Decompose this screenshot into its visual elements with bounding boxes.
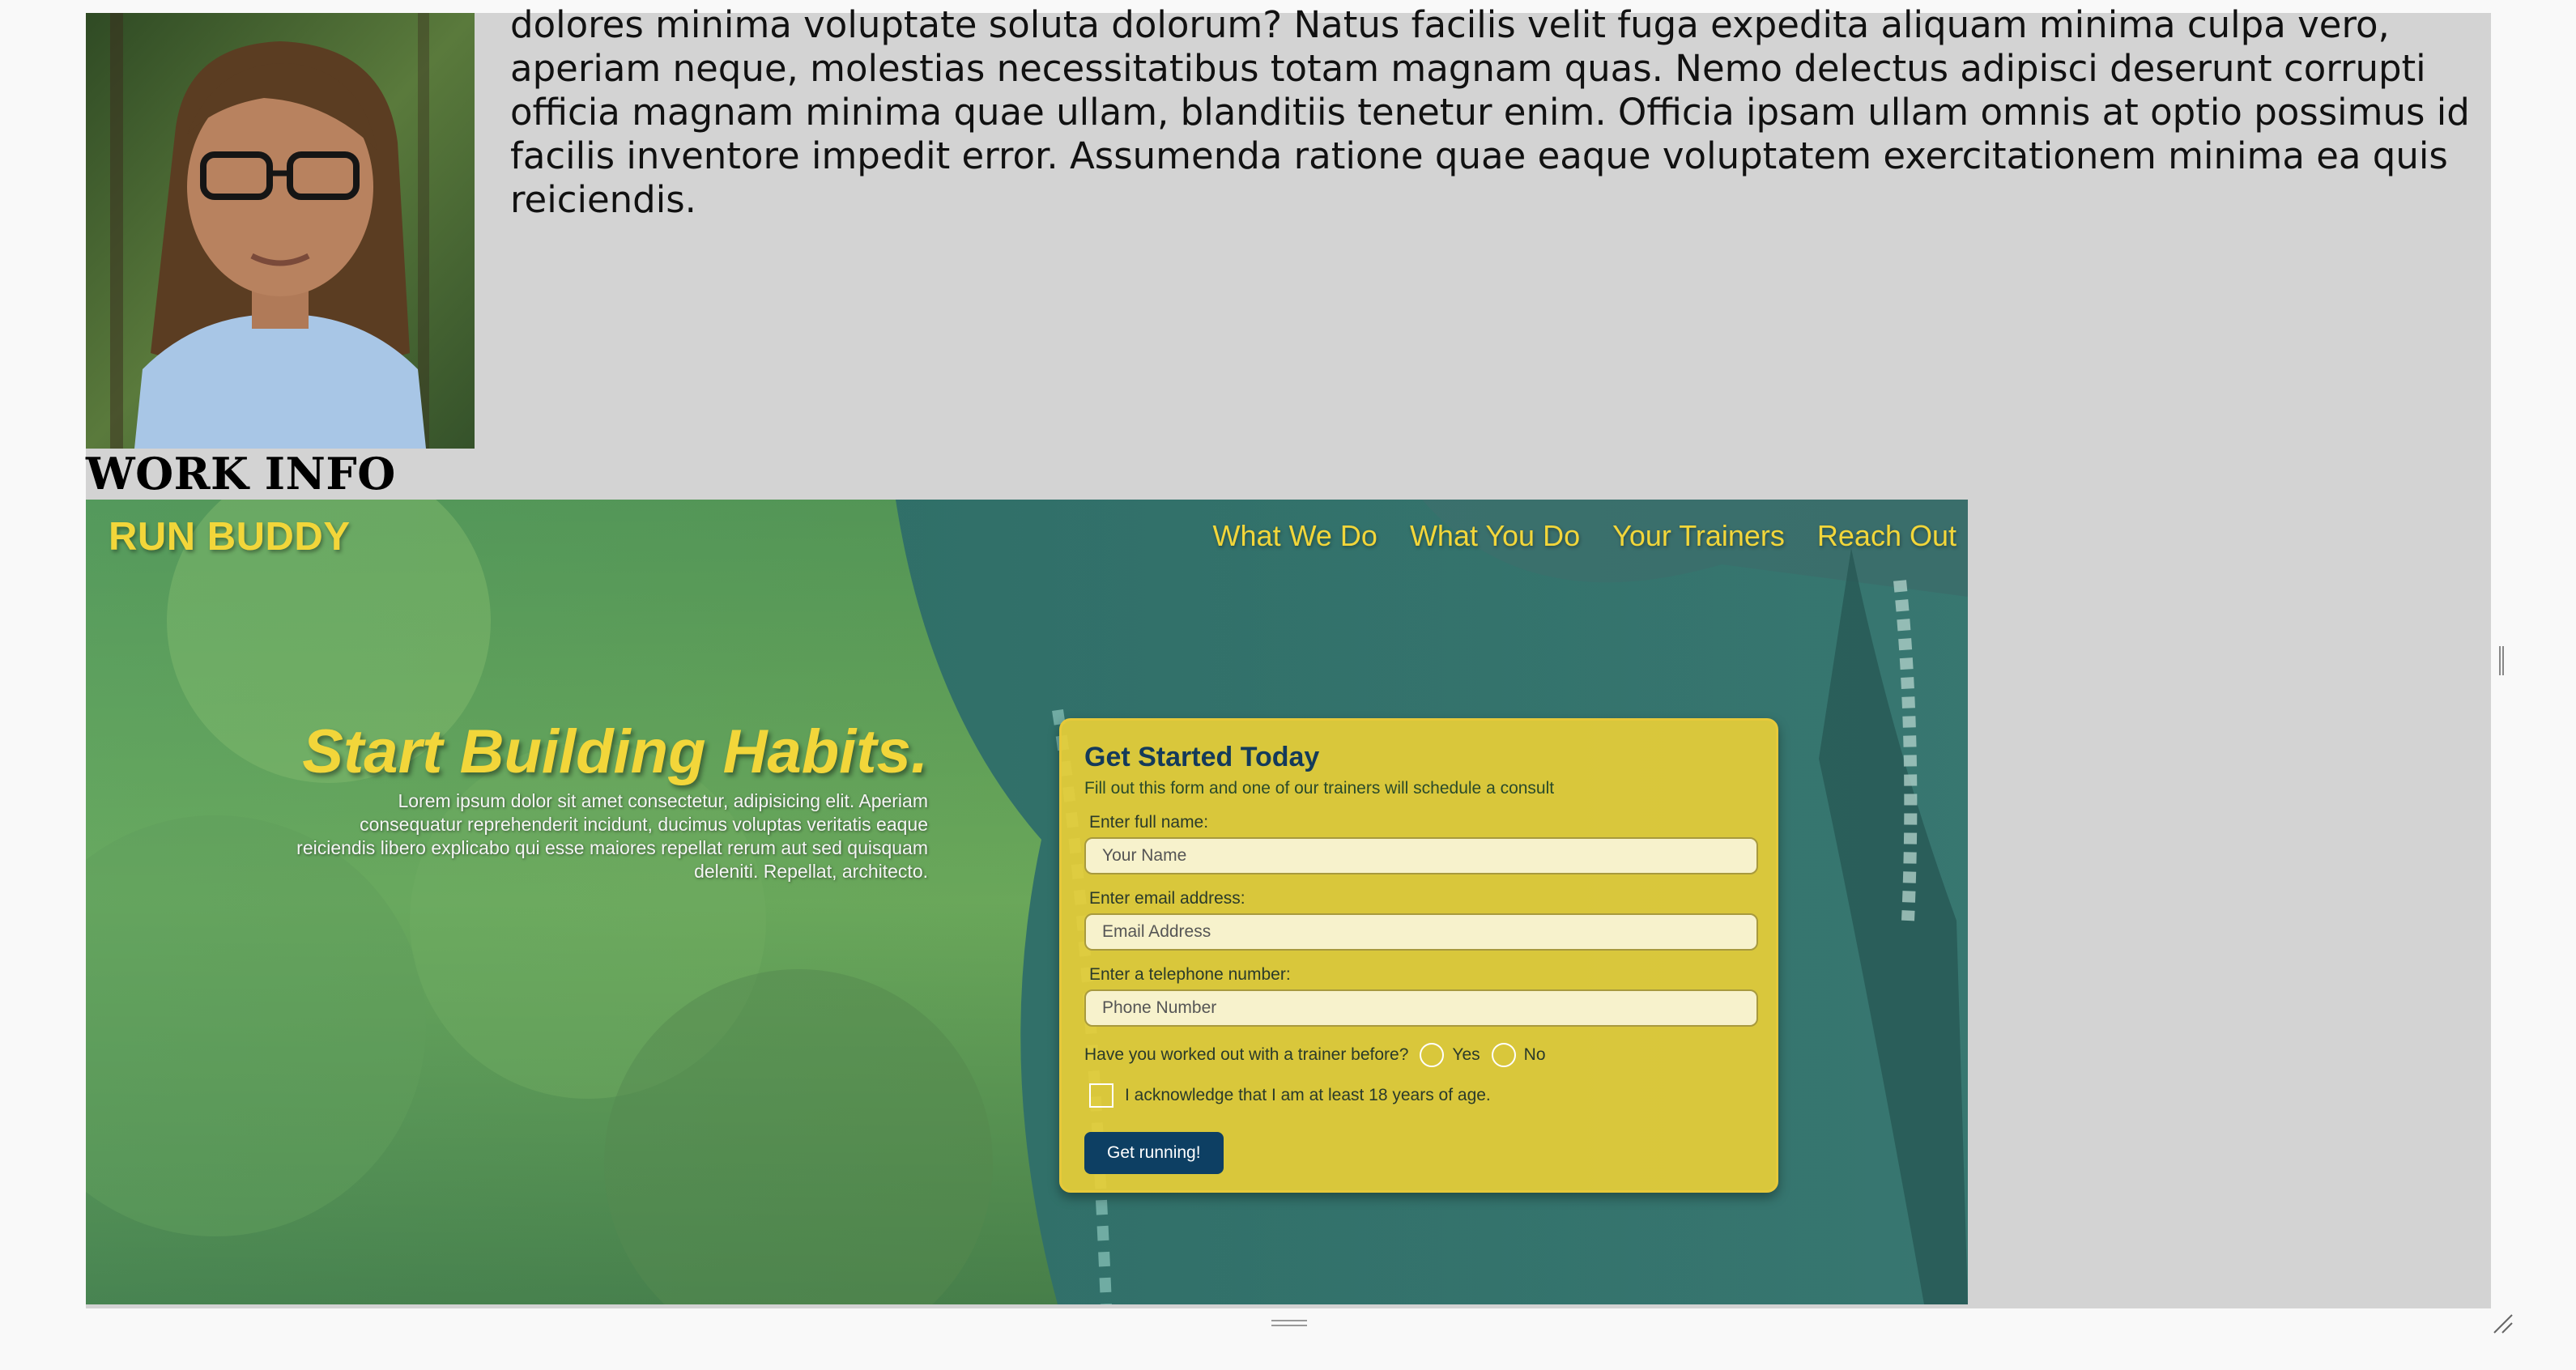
phone-input[interactable]	[1084, 989, 1758, 1027]
nav-link-reach-out[interactable]: Reach Out	[1817, 519, 1956, 553]
name-label: Enter full name:	[1089, 813, 1209, 832]
trainer-question-label: Have you worked out with a trainer befor…	[1084, 1045, 1409, 1064]
trainer-yes-label: Yes	[1452, 1045, 1480, 1064]
age-acknowledge-row: I acknowledge that I am at least 18 year…	[1084, 1083, 1753, 1108]
age-acknowledge-checkbox[interactable]	[1089, 1083, 1113, 1108]
hero-heading: Start Building Habits.	[302, 717, 928, 786]
hero-text: Lorem ipsum dolor sit amet consectetur, …	[296, 790, 928, 882]
brand-logo[interactable]: RUN BUDDY	[109, 514, 351, 559]
signup-form-card: Get Started Today Fill out this form and…	[1059, 718, 1778, 1193]
project-screenshot[interactable]: RUN BUDDY What We Do What You Do Your Tr…	[86, 500, 1968, 1304]
nav-link-what-you-do[interactable]: What You Do	[1410, 519, 1580, 553]
nav-link-your-trainers[interactable]: Your Trainers	[1612, 519, 1785, 553]
scrollbar-grip-icon[interactable]	[2498, 646, 2505, 675]
email-label: Enter email address:	[1089, 889, 1245, 908]
form-subtitle: Fill out this form and one of our traine…	[1084, 779, 1555, 798]
trainer-no-label: No	[1523, 1045, 1546, 1064]
get-running-button[interactable]: Get running!	[1084, 1132, 1224, 1174]
trainer-question-row: Have you worked out with a trainer befor…	[1084, 1043, 1753, 1067]
profile-photo-image	[86, 13, 475, 449]
phone-label: Enter a telephone number:	[1089, 965, 1291, 984]
resize-handle-icon[interactable]	[2491, 1312, 2514, 1334]
form-title: Get Started Today	[1084, 742, 1320, 772]
nav-link-what-we-do[interactable]: What We Do	[1213, 519, 1377, 553]
main-nav: What We Do What You Do Your Trainers Rea…	[1213, 519, 1956, 553]
work-info-heading: WORK INFO	[86, 448, 396, 500]
trainer-no-radio[interactable]	[1491, 1043, 1516, 1067]
profile-photo	[86, 13, 475, 449]
email-input[interactable]	[1084, 913, 1758, 951]
trainer-yes-radio[interactable]	[1420, 1043, 1445, 1067]
age-acknowledge-label: I acknowledge that I am at least 18 year…	[1125, 1086, 1491, 1104]
name-input[interactable]	[1084, 837, 1758, 874]
profile-bio-text: dolores minima voluptate soluta dolorum?…	[510, 3, 2470, 221]
bottom-grip-icon[interactable]	[1271, 1318, 1307, 1328]
